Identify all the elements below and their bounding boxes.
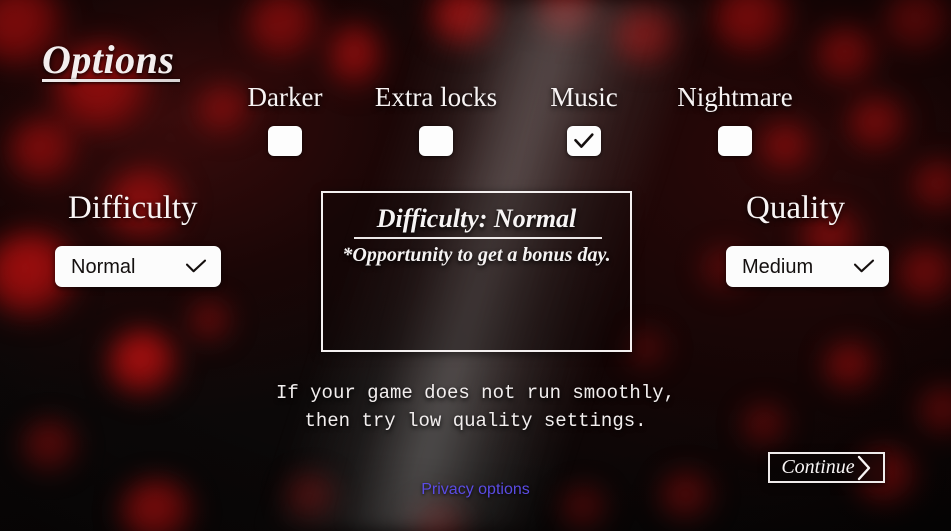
toggle-nightmare[interactable]: Nightmare xyxy=(660,84,810,156)
options-screen: Options Darker Extra locks Music Nightma… xyxy=(0,0,951,531)
quality-heading: Quality xyxy=(746,190,845,226)
toggle-nightmare-checkbox[interactable] xyxy=(718,126,752,156)
difficulty-info-box: Difficulty: Normal *Opportunity to get a… xyxy=(321,191,632,352)
continue-button-label: Continue xyxy=(781,455,855,478)
continue-button[interactable]: Continue xyxy=(768,452,885,483)
toggle-darker-checkbox[interactable] xyxy=(268,126,302,156)
toggle-extra-locks-checkbox[interactable] xyxy=(419,126,453,156)
chevron-down-icon xyxy=(853,259,875,274)
difficulty-heading: Difficulty xyxy=(68,190,198,226)
page-title: Options xyxy=(42,37,175,82)
difficulty-info-heading: Difficulty: Normal xyxy=(376,204,577,233)
check-icon xyxy=(574,133,594,148)
toggle-darker-label: Darker xyxy=(247,82,323,112)
chevron-down-icon xyxy=(185,259,207,274)
privacy-options-link[interactable]: Privacy options xyxy=(0,481,951,499)
difficulty-select[interactable]: Normal xyxy=(55,246,221,287)
toggle-extra-locks-label: Extra locks xyxy=(374,82,498,112)
difficulty-select-value: Normal xyxy=(71,255,136,278)
page-title-underline xyxy=(42,79,180,82)
toggle-darker[interactable]: Darker xyxy=(225,84,345,156)
toggle-music-label: Music xyxy=(550,82,618,112)
chevron-right-icon xyxy=(856,455,872,481)
quality-select-value: Medium xyxy=(742,255,814,278)
difficulty-info-heading-underline xyxy=(354,237,602,239)
toggle-music[interactable]: Music xyxy=(524,84,644,156)
performance-hint: If your game does not run smoothly, then… xyxy=(0,380,951,435)
toggle-nightmare-label: Nightmare xyxy=(677,82,793,112)
difficulty-info-description: *Opportunity to get a bonus day. xyxy=(342,244,611,266)
toggle-music-checkbox[interactable] xyxy=(567,126,601,156)
toggle-extra-locks[interactable]: Extra locks xyxy=(361,84,511,156)
quality-select[interactable]: Medium xyxy=(726,246,889,287)
performance-hint-line2: then try low quality settings. xyxy=(304,409,647,432)
performance-hint-line1: If your game does not run smoothly, xyxy=(275,382,676,404)
